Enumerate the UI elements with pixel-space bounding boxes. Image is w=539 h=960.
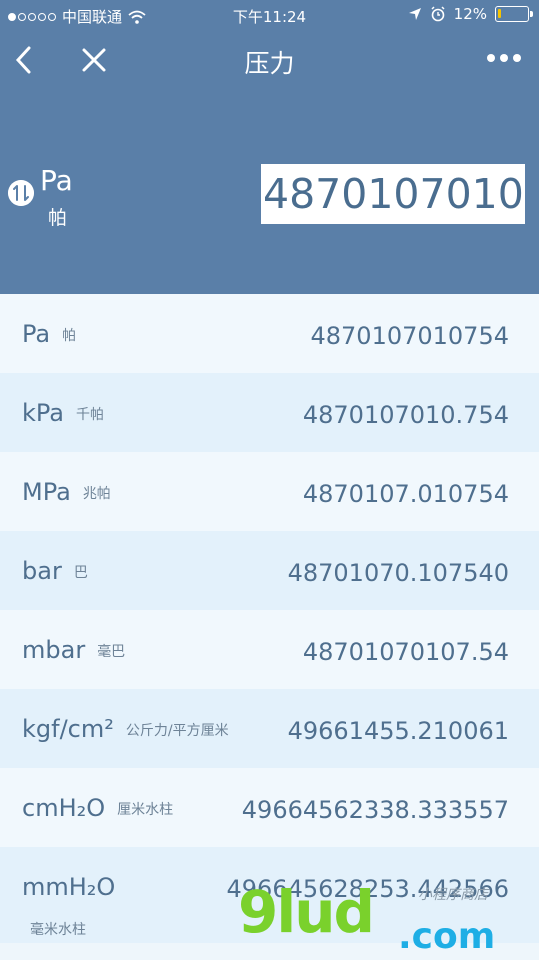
- input-unit-name[interactable]: 帕: [48, 203, 67, 230]
- unit-value: 48701070107.54: [302, 638, 509, 666]
- unit-value: 48701070.107540: [287, 559, 509, 587]
- unit-value: 4870107010.754: [302, 401, 509, 429]
- conversion-list: Pa 帕 4870107010754 kPa 千帕 4870107010.754 M…: [0, 294, 539, 943]
- unit-symbol-text: mbar: [22, 636, 86, 664]
- battery-fill: [498, 9, 501, 18]
- status-bar: 中国联通 下午11:24 12%: [0, 0, 539, 30]
- unit-symbol-text: bar: [22, 557, 62, 585]
- conversion-row-mbar[interactable]: mbar 毫巴 48701070107.54: [0, 610, 539, 689]
- conversion-row-kpa[interactable]: kPa 千帕 4870107010.754: [0, 373, 539, 452]
- watermark-logo: 9lud .com 小程序商店: [238, 878, 538, 960]
- input-unit-symbol[interactable]: Pa: [40, 164, 73, 197]
- watermark-domain: .com: [398, 916, 496, 957]
- unit-name: 巴: [73, 565, 88, 581]
- status-right: 12%: [408, 5, 533, 23]
- nav-bar: 压力: [0, 36, 539, 86]
- conversion-row-mpa[interactable]: MPa 兆帕 4870107.010754: [0, 452, 539, 531]
- unit-name: 厘米水柱: [117, 802, 174, 818]
- unit-symbol: kPa 千帕: [22, 399, 104, 427]
- unit-symbol: kgf/cm² 公斤力/平方厘米: [22, 715, 229, 743]
- conversion-row-bar[interactable]: bar 巴 48701070.107540: [0, 531, 539, 610]
- conversion-row-pa[interactable]: Pa 帕 4870107010754: [0, 294, 539, 373]
- unit-symbol: bar 巴: [22, 557, 88, 585]
- unit-symbol: mbar 毫巴: [22, 636, 125, 664]
- watermark-tagline: 小程序商店: [418, 887, 488, 903]
- watermark-logo-text: 9lud: [238, 878, 375, 946]
- unit-name: 帕: [62, 328, 77, 344]
- unit-value: 4870107010754: [310, 322, 509, 350]
- unit-symbol-text: cmH₂O: [22, 794, 106, 822]
- swap-unit-icon[interactable]: [8, 180, 34, 206]
- unit-symbol-text: kgf/cm²: [22, 715, 114, 743]
- battery-icon: [495, 6, 533, 22]
- unit-value: 49661455.210061: [287, 717, 509, 745]
- unit-symbol-text: mmH₂O: [22, 873, 116, 901]
- value-input[interactable]: [261, 164, 525, 224]
- unit-symbol-text: kPa: [22, 399, 64, 427]
- alarm-icon: [431, 6, 445, 22]
- unit-name: 公斤力/平方厘米: [125, 723, 229, 739]
- unit-name: 毫巴: [97, 644, 126, 660]
- conversion-row-cmh2o[interactable]: cmH₂O 厘米水柱 49664562338.333557: [0, 768, 539, 847]
- header: 中国联通 下午11:24 12% 压力 Pa 帕 4870107010754: [0, 0, 539, 294]
- unit-name: 兆帕: [82, 486, 111, 502]
- unit-name: 千帕: [76, 407, 104, 423]
- conversion-row-kgf-cm2[interactable]: kgf/cm² 公斤力/平方厘米 49661455.210061: [0, 689, 539, 768]
- more-dots-icon[interactable]: [487, 54, 521, 62]
- unit-name: 毫米水柱: [30, 922, 86, 938]
- unit-symbol: MPa 兆帕: [22, 478, 111, 506]
- unit-symbol-text: Pa: [22, 320, 51, 348]
- unit-symbol: cmH₂O 厘米水柱: [22, 794, 173, 822]
- location-arrow-icon: [408, 8, 421, 20]
- unit-symbol-text: MPa: [22, 478, 71, 506]
- unit-symbol: mmH₂O: [22, 873, 115, 901]
- battery-percent: 12%: [453, 5, 487, 23]
- page-title: 压力: [244, 49, 295, 78]
- unit-value: 49664562338.333557: [241, 796, 509, 824]
- unit-value: 4870107.010754: [302, 480, 509, 508]
- unit-symbol: Pa 帕: [22, 320, 76, 348]
